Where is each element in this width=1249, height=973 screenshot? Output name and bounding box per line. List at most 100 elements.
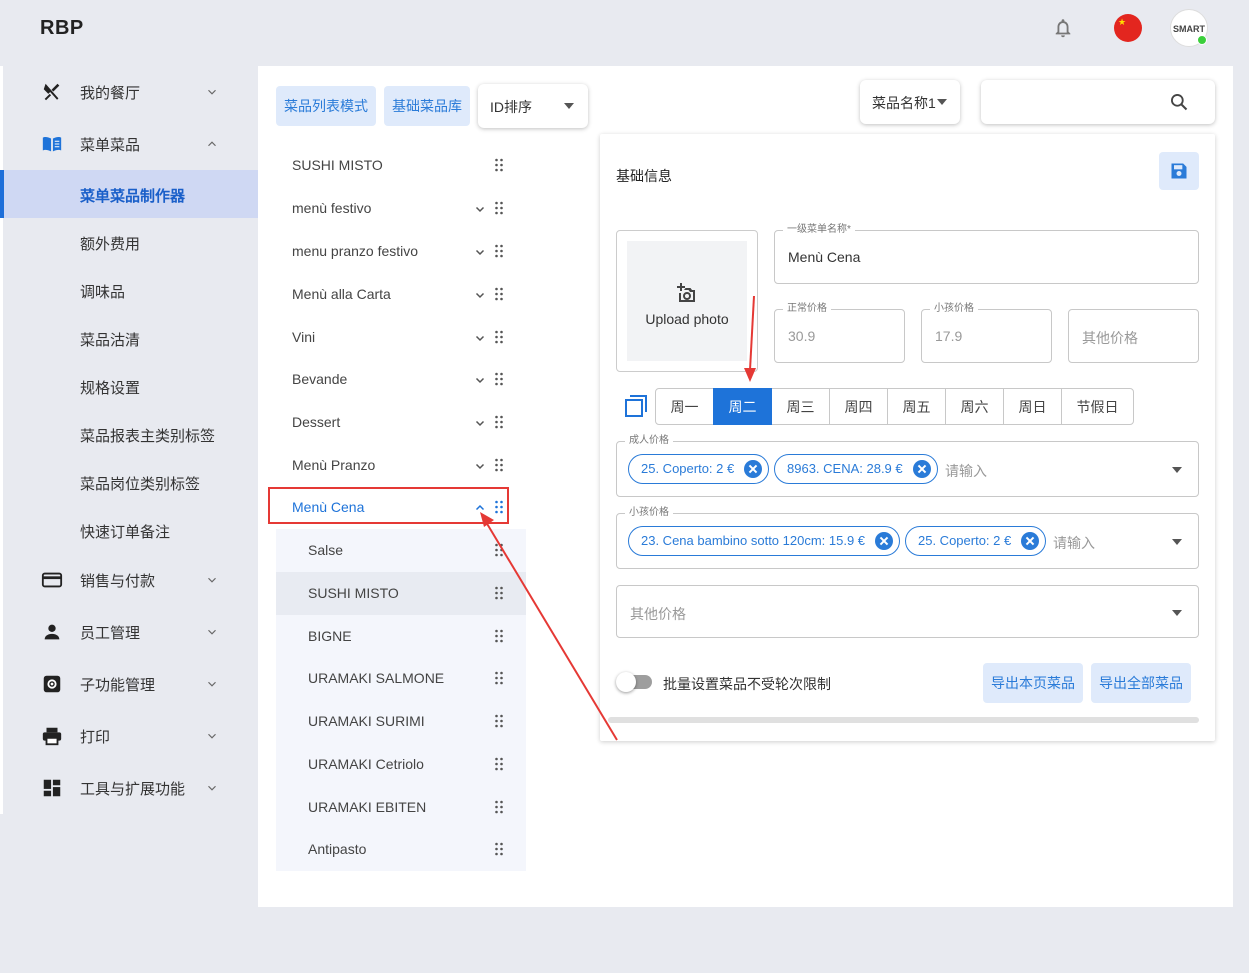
export-all-button[interactable]: 导出全部菜品 [1091, 663, 1191, 703]
tree-child-item[interactable]: Salse [276, 529, 526, 572]
sidebar-item-quick-notes[interactable]: 快速订单备注 [3, 506, 258, 554]
sidebar-item-extra-fees[interactable]: 额外费用 [3, 218, 258, 266]
other-price-field[interactable]: 其他价格 [1068, 309, 1199, 363]
caret-down-icon[interactable] [1172, 539, 1182, 545]
sidebar-item-specs[interactable]: 规格设置 [3, 362, 258, 410]
drag-handle-icon[interactable] [494, 543, 504, 557]
adult-price-multiselect[interactable]: 成人价格 25. Coperto: 2 € 8963. CENA: 28.9 €… [616, 435, 1199, 497]
tree-child-item[interactable]: URAMAKI SURIMI [276, 700, 526, 743]
chip-remove-icon[interactable] [744, 460, 763, 478]
drag-handle-icon[interactable] [494, 458, 504, 472]
basic-info-card: 基础信息 Upload photo 一级菜单名称* Menù Cena 正常价格… [600, 134, 1215, 741]
chevron-down-icon[interactable] [474, 246, 486, 258]
child-price-multiselect[interactable]: 小孩价格 23. Cena bambino sotto 120cm: 15.9 … [616, 507, 1199, 569]
search-icon[interactable] [1169, 92, 1189, 112]
bell-icon[interactable] [1052, 16, 1074, 40]
child-price-field[interactable]: 小孩价格 17.9 [921, 303, 1052, 363]
first-menu-name-field[interactable]: 一级菜单名称* Menù Cena [774, 224, 1199, 284]
tree-child-item[interactable]: SUSHI MISTO [276, 572, 526, 615]
drag-handle-icon[interactable] [494, 287, 504, 301]
field-name-select[interactable]: 菜品名称1 [860, 80, 960, 124]
tab-friday[interactable]: 周五 [887, 388, 946, 425]
sidebar-group-print[interactable]: 打印 [3, 710, 258, 762]
drag-handle-icon[interactable] [494, 158, 504, 172]
tree-child-item[interactable]: URAMAKI SALMONE [276, 657, 526, 700]
drag-handle-icon[interactable] [494, 415, 504, 429]
upload-photo-button[interactable]: Upload photo [627, 241, 747, 361]
chip-remove-icon[interactable] [875, 532, 894, 550]
tree-item[interactable]: Bevande [276, 358, 526, 401]
save-button[interactable] [1159, 152, 1199, 190]
tree-child-item[interactable]: BIGNE [276, 615, 526, 658]
chevron-down-icon[interactable] [474, 417, 486, 429]
sidebar-item-station-tags[interactable]: 菜品岗位类别标签 [3, 458, 258, 506]
tree-item[interactable]: menu pranzo festivo [276, 230, 526, 273]
first-menu-name-value: Menù Cena [788, 249, 861, 265]
tab-monday[interactable]: 周一 [655, 388, 714, 425]
sidebar-item-menu-maker[interactable]: 菜单菜品制作器 [0, 170, 258, 218]
chevron-down-icon[interactable] [474, 374, 486, 386]
drag-handle-icon[interactable] [494, 586, 504, 600]
drag-handle-icon[interactable] [494, 372, 504, 386]
drag-handle-icon[interactable] [494, 714, 504, 728]
sidebar-group-tools[interactable]: 工具与扩展功能 [3, 762, 258, 814]
caret-down-icon[interactable] [1172, 610, 1182, 616]
tree-item[interactable]: menù festivo [276, 187, 526, 230]
tab-wednesday[interactable]: 周三 [771, 388, 830, 425]
normal-price-field[interactable]: 正常价格 30.9 [774, 303, 905, 363]
drag-handle-icon[interactable] [494, 330, 504, 344]
tab-saturday[interactable]: 周六 [945, 388, 1004, 425]
language-flag-icon[interactable]: ★ [1114, 14, 1142, 42]
tab-tuesday[interactable]: 周二 [713, 388, 772, 425]
tree-item-label: Antipasto [308, 841, 367, 857]
tree-item[interactable]: Menù Pranzo [276, 444, 526, 487]
chevron-down-icon[interactable] [474, 460, 486, 472]
chip-input-placeholder[interactable]: 请输入 [1053, 533, 1095, 553]
tree-item[interactable]: Menù alla Carta [276, 273, 526, 316]
chevron-down-icon[interactable] [474, 332, 486, 344]
sidebar-group-restaurant[interactable]: 我的餐厅 [3, 66, 258, 118]
horizontal-scrollbar[interactable] [608, 717, 1199, 723]
drag-handle-icon[interactable] [494, 842, 504, 856]
sidebar-group-subfunctions[interactable]: 子功能管理 [3, 658, 258, 710]
list-mode-button[interactable]: 菜品列表模式 [276, 86, 376, 126]
drag-handle-icon[interactable] [494, 757, 504, 771]
sidebar-group-menu[interactable]: 菜单菜品 [3, 118, 258, 170]
tab-holiday[interactable]: 节假日 [1061, 388, 1134, 425]
upload-photo-label: Upload photo [645, 311, 729, 327]
drag-handle-icon[interactable] [494, 244, 504, 258]
field-label: 成人价格 [625, 435, 673, 447]
caret-down-icon[interactable] [1172, 467, 1182, 473]
tree-item[interactable]: Vini [276, 316, 526, 359]
drag-handle-icon[interactable] [494, 800, 504, 814]
copy-icon[interactable] [624, 394, 648, 418]
chip-remove-icon[interactable] [912, 460, 931, 478]
sidebar-group-sales[interactable]: 销售与付款 [3, 554, 258, 606]
search-input[interactable] [981, 80, 1215, 124]
sidebar-item-condiments[interactable]: 调味品 [3, 266, 258, 314]
tree-child-item[interactable]: Antipasto [276, 828, 526, 871]
drag-handle-icon[interactable] [494, 629, 504, 643]
drag-handle-icon[interactable] [494, 671, 504, 685]
base-library-button[interactable]: 基础菜品库 [384, 86, 470, 126]
tab-sunday[interactable]: 周日 [1003, 388, 1062, 425]
export-page-button[interactable]: 导出本页菜品 [983, 663, 1083, 703]
sidebar-item-report-tags[interactable]: 菜品报表主类别标签 [3, 410, 258, 458]
sort-select[interactable]: ID排序 [478, 84, 588, 128]
tree-child-item[interactable]: URAMAKI Cetriolo [276, 743, 526, 786]
drag-handle-icon[interactable] [494, 201, 504, 215]
unlimited-rounds-toggle[interactable] [616, 672, 652, 692]
tree-item[interactable]: Dessert [276, 401, 526, 444]
chip-input-placeholder[interactable]: 请输入 [945, 461, 987, 481]
other-price-select[interactable]: 其他价格 [616, 585, 1199, 638]
price-chip: 25. Coperto: 2 € [628, 454, 770, 484]
chevron-down-icon[interactable] [474, 289, 486, 301]
tree-item[interactable]: SUSHI MISTO [276, 144, 526, 187]
avatar[interactable]: SMART [1170, 9, 1208, 47]
tab-thursday[interactable]: 周四 [829, 388, 888, 425]
chip-remove-icon[interactable] [1021, 532, 1040, 550]
sidebar-item-sold-out[interactable]: 菜品沽清 [3, 314, 258, 362]
tree-child-item[interactable]: URAMAKI EBITEN [276, 786, 526, 829]
sidebar-group-staff[interactable]: 员工管理 [3, 606, 258, 658]
chevron-down-icon[interactable] [474, 203, 486, 215]
